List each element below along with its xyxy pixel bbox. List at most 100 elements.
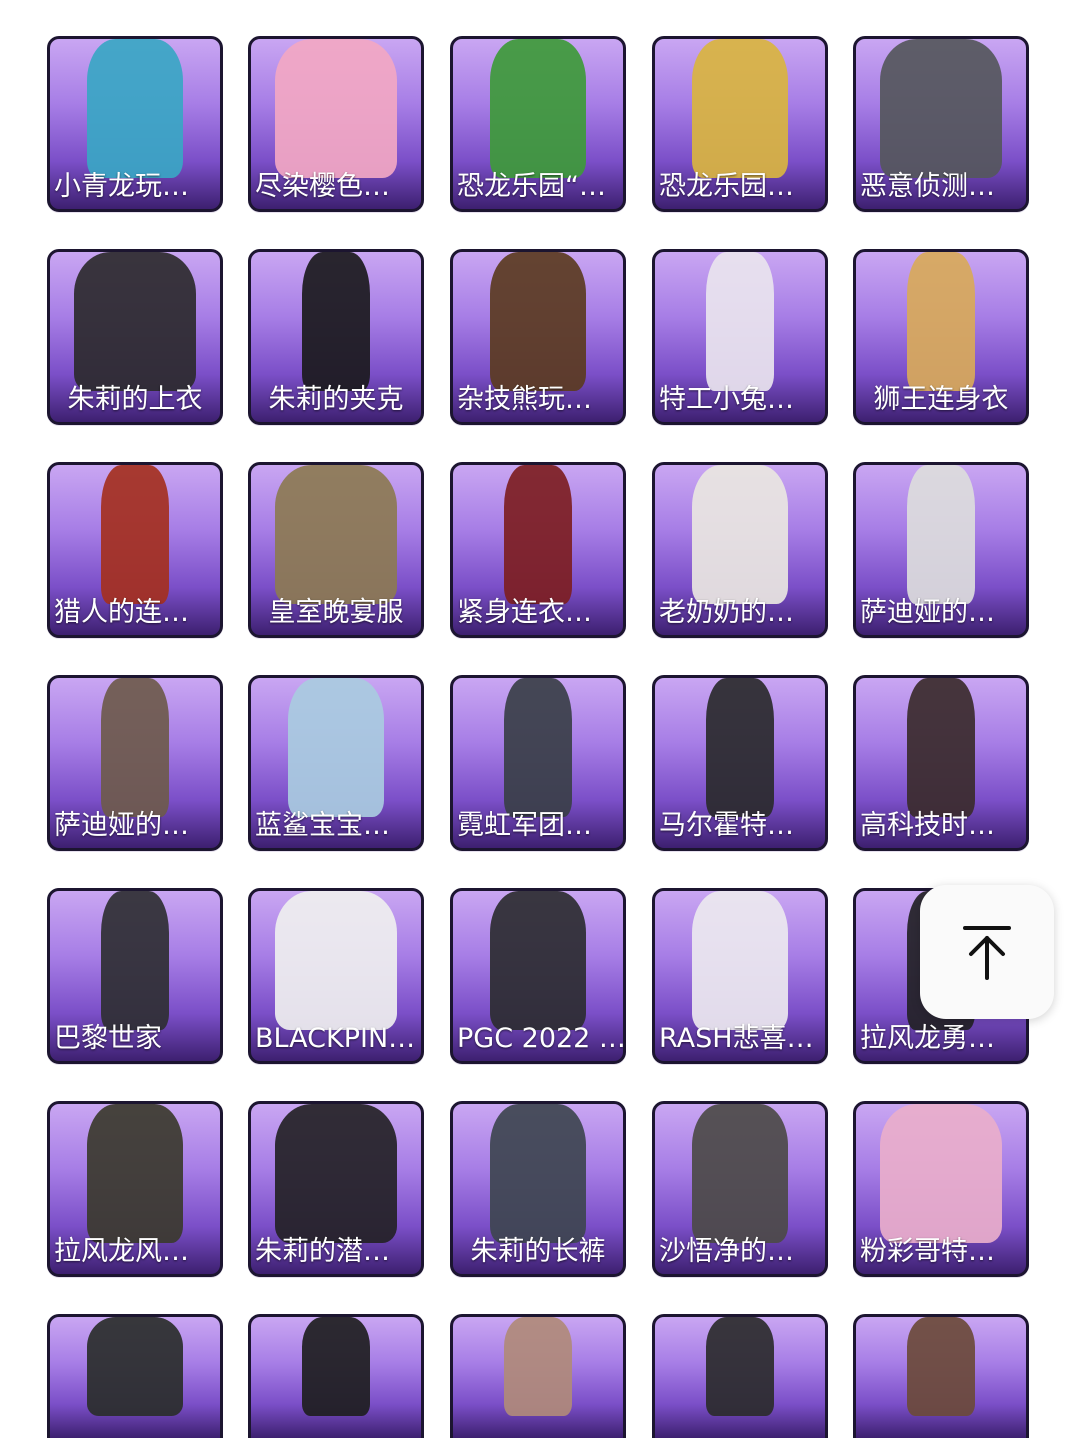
outfit-label: 特工小兔…: [659, 384, 794, 415]
outfit-image: [490, 891, 586, 1031]
outfit-tile[interactable]: 马尔霍特…: [652, 675, 828, 851]
outfit-tile[interactable]: 沙悟净的…: [652, 1101, 828, 1277]
outfit-image: [101, 465, 169, 605]
outfit-label: 拉风龙风…: [54, 1236, 189, 1267]
outfit-tile[interactable]: 狮王连身衣: [853, 249, 1029, 425]
outfit-label: 杂技熊玩…: [457, 384, 592, 415]
outfit-image: [706, 252, 774, 392]
outfit-tile[interactable]: 朱莉的潜…: [248, 1101, 424, 1277]
outfit-tile[interactable]: BLACKPIN…: [248, 888, 424, 1064]
outfit-tile[interactable]: 小青龙玩…: [47, 36, 223, 212]
outfit-tile[interactable]: 恐龙乐园“…: [450, 36, 626, 212]
arrow-up-to-top-icon: [963, 926, 1011, 980]
back-to-top-button[interactable]: [920, 885, 1054, 1019]
outfit-label: RASH悲喜…: [659, 1023, 814, 1054]
outfit-tile[interactable]: PGC 2022 …: [450, 888, 626, 1064]
outfit-image: [907, 252, 975, 392]
outfit-tile[interactable]: 紧身连衣…: [450, 462, 626, 638]
outfit-label: 恐龙乐园…: [659, 171, 794, 202]
outfit-tile[interactable]: 拉风龙风…: [47, 1101, 223, 1277]
outfit-tile[interactable]: 朱莉的长裤: [450, 1101, 626, 1277]
outfit-tile[interactable]: 蓝鲨宝宝…: [248, 675, 424, 851]
outfit-tile[interactable]: 猎人的连…: [47, 462, 223, 638]
outfit-image: [504, 465, 572, 605]
outfit-grid: 小青龙玩… 尽染樱色… 恐龙乐园“… 恐龙乐园… 恶意侦测… 朱莉的上衣 朱莉的夹克 杂技熊玩…: [0, 0, 1080, 1438]
outfit-image: [73, 252, 197, 392]
outfit-label: 尽染樱色…: [255, 171, 390, 202]
outfit-label: 朱莉的夹克: [268, 384, 404, 415]
outfit-tile[interactable]: 恶意侦测…: [853, 36, 1029, 212]
outfit-label: 朱莉的长裤: [470, 1236, 606, 1267]
outfit-label: 萨迪娅的…: [54, 810, 189, 841]
outfit-label: 狮王连身衣: [873, 384, 1009, 415]
outfit-tile[interactable]: 尽染樱色…: [248, 36, 424, 212]
outfit-image: [706, 678, 774, 818]
outfit-image: [87, 39, 183, 179]
outfit-image: [101, 678, 169, 818]
outfit-tile[interactable]: 霓虹军团…: [450, 675, 626, 851]
outfit-tile[interactable]: [652, 1314, 828, 1438]
outfit-tile[interactable]: 杂技熊玩…: [450, 249, 626, 425]
outfit-tile[interactable]: 恐龙乐园…: [652, 36, 828, 212]
outfit-label: 恐龙乐园“…: [457, 171, 606, 202]
outfit-label: 巴黎世家: [54, 1023, 162, 1054]
outfit-image: [692, 39, 788, 179]
outfit-label: BLACKPIN…: [255, 1023, 416, 1054]
outfit-image: [274, 1104, 398, 1244]
outfit-image: [907, 1317, 975, 1417]
outfit-tile[interactable]: 萨迪娅的…: [47, 675, 223, 851]
outfit-image: [87, 1104, 183, 1244]
outfit-image: [302, 1317, 370, 1417]
outfit-image: [879, 39, 1003, 179]
outfit-image: [274, 39, 398, 179]
outfit-tile[interactable]: [853, 1314, 1029, 1438]
outfit-image: [490, 1104, 586, 1244]
outfit-image: [692, 1104, 788, 1244]
outfit-label: 霓虹军团…: [457, 810, 592, 841]
outfit-label: 紧身连衣…: [457, 597, 592, 628]
outfit-image: [504, 678, 572, 818]
outfit-label: 蓝鲨宝宝…: [255, 810, 390, 841]
outfit-label: 粉彩哥特…: [860, 1236, 995, 1267]
outfit-image: [706, 1317, 774, 1417]
outfit-tile[interactable]: [450, 1314, 626, 1438]
outfit-tile[interactable]: 萨迪娅的…: [853, 462, 1029, 638]
outfit-label: 拉风龙勇…: [860, 1023, 995, 1054]
outfit-image: [274, 891, 398, 1031]
outfit-label: 马尔霍特…: [659, 810, 794, 841]
outfit-image: [302, 252, 370, 392]
outfit-image: [87, 1317, 183, 1417]
outfit-image: [490, 39, 586, 179]
outfit-label: 小青龙玩…: [54, 171, 189, 202]
outfit-tile[interactable]: 高科技时…: [853, 675, 1029, 851]
outfit-tile[interactable]: 朱莉的上衣: [47, 249, 223, 425]
outfit-tile[interactable]: RASH悲喜…: [652, 888, 828, 1064]
outfit-label: 猎人的连…: [54, 597, 189, 628]
outfit-image: [692, 465, 788, 605]
outfit-label: 老奶奶的…: [659, 597, 794, 628]
outfit-tile[interactable]: 特工小兔…: [652, 249, 828, 425]
outfit-image: [490, 252, 586, 392]
outfit-label: 皇室晚宴服: [268, 597, 404, 628]
outfit-label: 恶意侦测…: [860, 171, 995, 202]
outfit-tile[interactable]: 粉彩哥特…: [853, 1101, 1029, 1277]
outfit-label: 沙悟净的…: [659, 1236, 794, 1267]
outfit-tile[interactable]: [47, 1314, 223, 1438]
outfit-image: [274, 465, 398, 605]
outfit-image: [504, 1317, 572, 1417]
outfit-label: 朱莉的潜…: [255, 1236, 390, 1267]
outfit-image: [288, 678, 384, 818]
outfit-image: [907, 678, 975, 818]
outfit-image: [101, 891, 169, 1031]
outfit-tile[interactable]: 皇室晚宴服: [248, 462, 424, 638]
outfit-label: 朱莉的上衣: [67, 384, 203, 415]
outfit-image: [879, 1104, 1003, 1244]
outfit-tile[interactable]: [248, 1314, 424, 1438]
outfit-tile[interactable]: 朱莉的夹克: [248, 249, 424, 425]
outfit-tile[interactable]: 巴黎世家: [47, 888, 223, 1064]
outfit-image: [907, 465, 975, 605]
outfit-label: 高科技时…: [860, 810, 995, 841]
outfit-image: [692, 891, 788, 1031]
outfit-tile[interactable]: 老奶奶的…: [652, 462, 828, 638]
outfit-label: 萨迪娅的…: [860, 597, 995, 628]
